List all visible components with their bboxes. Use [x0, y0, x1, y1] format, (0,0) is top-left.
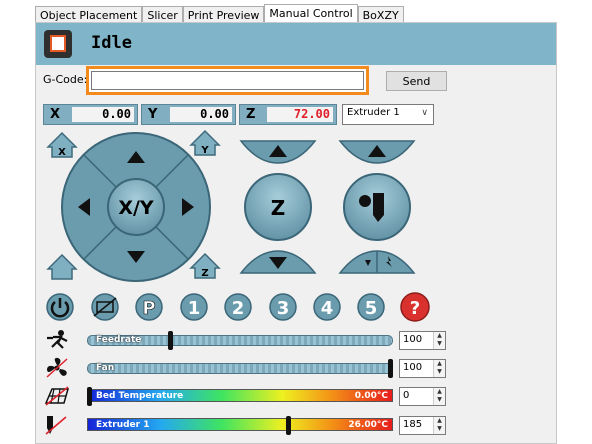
fan-slider-thumb[interactable]: [388, 359, 393, 378]
spinner-arrows-icon[interactable]: ▲ ▼: [433, 388, 445, 405]
feedrate-slider-thumb[interactable]: [168, 331, 174, 350]
preset-2-label: 2: [232, 298, 245, 319]
spinner-arrows-icon[interactable]: ▲ ▼: [433, 360, 445, 377]
preset-1-label: 1: [188, 298, 201, 319]
feedrate-spinner[interactable]: 100 ▲ ▼: [399, 331, 446, 350]
extruder-temperature-slider[interactable]: Extruder 1 26.00°C: [87, 418, 393, 431]
feedrate-slider[interactable]: Feedrate: [87, 335, 393, 346]
extruder-temperature-spinner[interactable]: 185 ▲ ▼: [399, 416, 446, 435]
preset-1-button[interactable]: 1: [180, 293, 208, 321]
z-jog-control[interactable]: Z: [239, 140, 317, 274]
bed-temperature-spinner[interactable]: 0 ▲ ▼: [399, 387, 446, 406]
extruder-nozzle-icon: [45, 416, 67, 435]
fan-spinner[interactable]: 100 ▲ ▼: [399, 359, 446, 378]
home-y-button[interactable]: Y: [189, 129, 221, 156]
bed-temperature-row: Bed Temperature 0.00°C 0 ▲ ▼: [36, 385, 556, 407]
tab-slicer[interactable]: Slicer: [142, 6, 183, 23]
preset-2-button[interactable]: 2: [224, 293, 252, 321]
feedrate-value: 100: [403, 334, 423, 345]
manual-control-panel: Idle G-Code: Send X 0.00 Y 0.00 Z 72.00 …: [35, 22, 557, 444]
xy-jog-pad[interactable]: X/Y: [61, 132, 211, 282]
tab-print-preview[interactable]: Print Preview: [182, 6, 265, 23]
extruder-temperature-thumb[interactable]: [285, 416, 291, 435]
preset-4-label: 4: [321, 298, 334, 319]
extruder-jog-control[interactable]: [338, 140, 416, 274]
home-z-button[interactable]: Z: [189, 252, 221, 279]
tab-object-placement[interactable]: Object Placement: [35, 6, 143, 23]
bed-temperature-value: 0: [403, 390, 410, 401]
preset-5-button[interactable]: 5: [357, 293, 385, 321]
extruder-temperature-row: Extruder 1 26.00°C 185 ▲ ▼: [36, 414, 556, 436]
spinner-arrows-icon[interactable]: ▲ ▼: [433, 332, 445, 349]
preset-3-button[interactable]: 3: [269, 293, 297, 321]
extruder-temperature-value: 185: [403, 419, 423, 430]
fan-label: Fan: [96, 363, 115, 373]
fan-toggle-button[interactable]: [91, 293, 119, 321]
xy-label: X/Y: [118, 197, 154, 219]
tab-boxzy[interactable]: BoXZY: [357, 6, 404, 23]
preset-4-button[interactable]: 4: [313, 293, 341, 321]
home-y-label: Y: [200, 145, 209, 156]
svg-text:?: ?: [410, 298, 420, 319]
home-x-button[interactable]: X: [46, 131, 78, 158]
fan-value: 100: [403, 362, 423, 373]
jog-controls: X Y Z X/Y Z P 1 2 3 4 5 ?: [46, 129, 430, 322]
bed-temperature-slider[interactable]: Bed Temperature 0.00°C: [87, 389, 393, 402]
heated-bed-icon: [44, 386, 69, 406]
extruder-temperature-readout: 26.00°C: [348, 420, 388, 430]
z-jog-label: Z: [271, 196, 286, 220]
park-button[interactable]: P: [135, 293, 163, 321]
feedrate-label: Feedrate: [96, 335, 142, 345]
tab-strip: Object Placement Slicer Print Preview Ma…: [35, 4, 404, 23]
fan-icon: [46, 357, 68, 378]
bed-temperature-thumb[interactable]: [87, 387, 92, 406]
feedrate-row: Feedrate 100 ▲ ▼: [36, 329, 556, 351]
svg-text:P: P: [142, 298, 155, 319]
extruder-temperature-label: Extruder 1: [96, 420, 150, 430]
fan-row: Fan 100 ▲ ▼: [36, 357, 556, 379]
preset-5-label: 5: [365, 298, 378, 319]
preset-3-label: 3: [277, 298, 290, 319]
home-all-button[interactable]: [46, 253, 78, 280]
running-man-icon: [47, 330, 68, 349]
help-button[interactable]: ?: [400, 292, 430, 322]
power-button[interactable]: [46, 293, 74, 321]
bed-temperature-readout: 0.00°C: [354, 391, 388, 401]
spinner-arrows-icon[interactable]: ▲ ▼: [433, 417, 445, 434]
home-z-label: Z: [201, 268, 208, 279]
home-x-label: X: [58, 147, 66, 158]
bed-temperature-label: Bed Temperature: [96, 391, 184, 401]
tab-manual-control[interactable]: Manual Control: [264, 4, 358, 23]
fan-slider[interactable]: Fan: [87, 363, 393, 374]
